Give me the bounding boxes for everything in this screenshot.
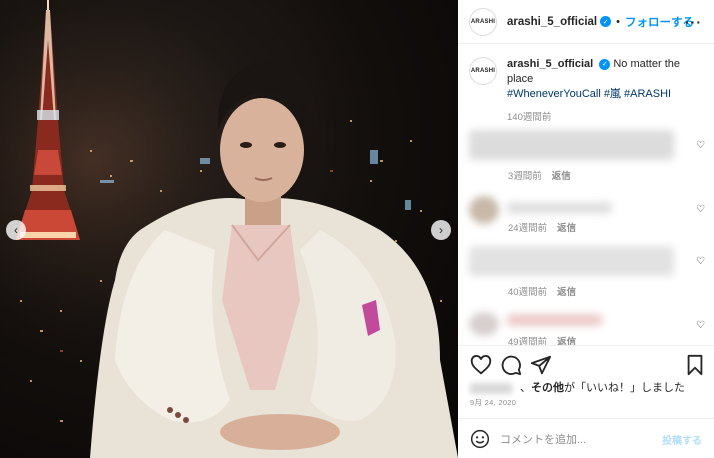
verified-badge-icon: ✓ bbox=[599, 58, 611, 70]
likes-suffix: が「いいね！」しました bbox=[564, 382, 685, 394]
separator-dot: • bbox=[616, 15, 620, 28]
comment-input[interactable]: コメントを追加... bbox=[500, 431, 586, 447]
more-horizontal-icon[interactable]: ··· bbox=[685, 14, 702, 30]
likes-prefix: 、 bbox=[520, 382, 531, 394]
likes-others[interactable]: その他 bbox=[531, 382, 564, 394]
blurred-liker-name bbox=[470, 382, 512, 394]
emoji-smile-icon[interactable] bbox=[470, 429, 490, 449]
comment-icon[interactable] bbox=[500, 354, 522, 376]
carousel-next-button[interactable]: › bbox=[431, 220, 451, 240]
comment-time: 49週間前 bbox=[508, 337, 548, 348]
comment-like-heart-icon[interactable]: ♡ bbox=[696, 320, 705, 331]
comment-meta: 3週間前 返信 bbox=[508, 168, 571, 182]
person-in-white-suit bbox=[90, 61, 458, 458]
blurred-comment bbox=[507, 314, 602, 326]
blurred-comment bbox=[507, 202, 612, 214]
add-comment-bar: コメントを追加... 投稿する bbox=[458, 420, 714, 458]
post-date: 9月 24, 2020 bbox=[470, 398, 517, 407]
post-photo: ‹ › bbox=[0, 0, 458, 458]
share-icon[interactable] bbox=[530, 354, 552, 376]
reply-button[interactable]: 返信 bbox=[552, 171, 571, 182]
comment-meta: 24週間前 返信 bbox=[508, 220, 576, 234]
caption-avatar[interactable]: ARASHI bbox=[469, 57, 497, 85]
account-avatar[interactable]: ARASHI bbox=[469, 7, 497, 36]
post-comment-button[interactable]: 投稿する bbox=[662, 432, 702, 447]
comment-meta: 40週間前 返信 bbox=[508, 284, 576, 298]
post-action-bar bbox=[458, 350, 714, 378]
reply-button[interactable]: 返信 bbox=[557, 223, 576, 234]
blurred-commenter-avatar bbox=[469, 312, 499, 336]
reply-button[interactable]: 返信 bbox=[557, 337, 576, 348]
blurred-comment bbox=[469, 130, 674, 160]
likes-summary[interactable]: 、その他が「いいね！」しました bbox=[470, 379, 685, 395]
caption-hashtags[interactable]: #WheneverYouCall #嵐 #ARASHI bbox=[507, 88, 671, 100]
blurred-commenter-avatar bbox=[469, 196, 499, 224]
caption-username[interactable]: arashi_5_official bbox=[507, 58, 593, 70]
caption-time: 140週間前 bbox=[507, 112, 552, 123]
bookmark-icon[interactable] bbox=[684, 354, 706, 376]
post-caption: ARASHI arashi_5_official ✓ No matter the… bbox=[469, 57, 709, 123]
comment-time: 3週間前 bbox=[508, 171, 542, 182]
blurred-comment bbox=[469, 246, 674, 276]
post-side-panel: ARASHI arashi_5_official ✓ • フォローする ··· … bbox=[458, 0, 714, 458]
chevron-right-icon: › bbox=[439, 223, 443, 237]
heart-icon[interactable] bbox=[470, 354, 492, 376]
comment-like-heart-icon[interactable]: ♡ bbox=[696, 140, 705, 151]
carousel-prev-button[interactable]: ‹ bbox=[6, 220, 26, 240]
reply-button[interactable]: 返信 bbox=[557, 287, 576, 298]
follow-button[interactable]: フォローする bbox=[625, 14, 694, 30]
divider bbox=[458, 345, 714, 346]
comment-like-heart-icon[interactable]: ♡ bbox=[696, 204, 705, 215]
comment-time: 40週間前 bbox=[508, 287, 548, 298]
chevron-left-icon: ‹ bbox=[14, 223, 18, 237]
account-username[interactable]: arashi_5_official bbox=[507, 16, 597, 28]
divider bbox=[458, 418, 714, 419]
comment-time: 24週間前 bbox=[508, 223, 548, 234]
post-header: ARASHI arashi_5_official ✓ • フォローする ··· bbox=[458, 0, 714, 44]
verified-badge-icon: ✓ bbox=[600, 16, 612, 27]
comment-like-heart-icon[interactable]: ♡ bbox=[696, 256, 705, 267]
